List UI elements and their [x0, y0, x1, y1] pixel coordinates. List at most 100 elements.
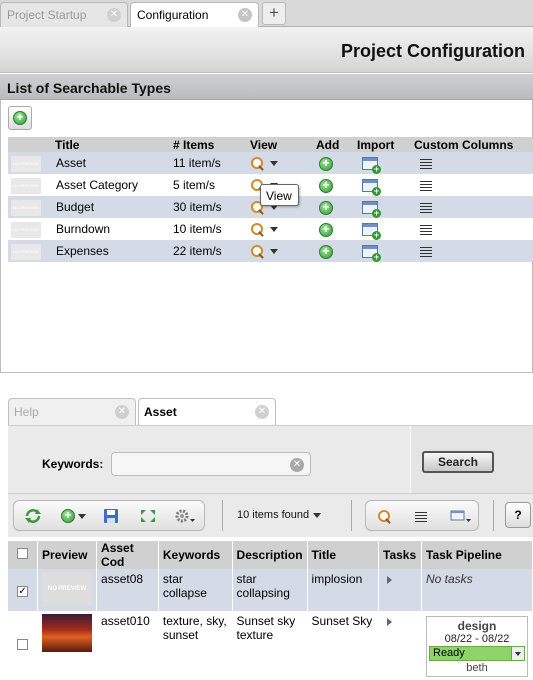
chevron-down-icon[interactable]: [313, 512, 322, 518]
search-icon[interactable]: [377, 509, 391, 523]
column-header[interactable]: Description: [232, 541, 308, 569]
search-icon[interactable]: [250, 156, 264, 170]
tab-configuration[interactable]: Configuration ✕: [130, 2, 259, 28]
column-header[interactable]: Tasks: [378, 541, 422, 569]
search-button[interactable]: Search: [422, 451, 494, 473]
close-icon[interactable]: ✕: [115, 405, 129, 419]
items-found-label[interactable]: 10 items found: [237, 509, 322, 521]
columns-icon[interactable]: [420, 246, 432, 257]
view-group: [365, 500, 479, 531]
assigned-user: beth: [466, 662, 488, 674]
preview-header: [8, 137, 52, 152]
page-header: Project Configuration: [0, 27, 533, 73]
type-title[interactable]: Asset Category: [52, 174, 170, 196]
chevron-down-icon[interactable]: [270, 226, 278, 232]
toolbar-divider: [493, 500, 494, 531]
columns-icon[interactable]: [420, 180, 432, 191]
search-icon[interactable]: [250, 222, 264, 236]
select-all-checkbox[interactable]: [17, 548, 29, 559]
item-count: 22 item/s: [170, 240, 247, 262]
columns-icon[interactable]: [420, 224, 432, 235]
clear-icon[interactable]: ✕: [290, 458, 304, 472]
status-select[interactable]: Ready: [429, 646, 525, 661]
columns-icon[interactable]: [415, 512, 427, 522]
help-button[interactable]: ?: [505, 502, 531, 528]
preview-thumbnail[interactable]: [42, 614, 93, 652]
tab-label: Asset: [144, 405, 177, 419]
chevron-down-icon[interactable]: [270, 160, 278, 166]
column-header: # Items: [170, 137, 247, 152]
asset-code: asset08: [96, 569, 159, 611]
table-row[interactable]: NO PREVIEW Burndown 10 item/s +: [8, 218, 533, 241]
description-cell: star collapsing: [232, 569, 308, 611]
add-icon[interactable]: +: [61, 509, 75, 523]
tab-help[interactable]: Help ✕: [8, 398, 136, 425]
import-icon[interactable]: [362, 223, 381, 241]
asset-code: asset010: [96, 611, 159, 680]
import-icon[interactable]: [362, 179, 381, 197]
tab-asset[interactable]: Asset ✕: [138, 398, 276, 425]
type-title[interactable]: Asset: [52, 152, 170, 174]
close-icon[interactable]: ✕: [255, 405, 269, 419]
type-title[interactable]: Budget: [52, 196, 170, 218]
plus-icon: +: [13, 111, 27, 125]
row-checkbox[interactable]: [17, 638, 29, 650]
chevron-down-icon[interactable]: [511, 647, 524, 660]
close-icon[interactable]: ✕: [238, 8, 252, 22]
column-header: Custom Columns: [411, 137, 533, 152]
add-icon[interactable]: +: [319, 200, 333, 215]
column-header: Add: [313, 137, 354, 152]
add-icon[interactable]: +: [319, 156, 333, 171]
table-row[interactable]: ✓ NO PREVIEW asset08 star collapse star …: [8, 569, 533, 611]
column-header[interactable]: Task Pipeline: [421, 541, 533, 569]
column-header: View: [247, 137, 313, 152]
item-count: 5 item/s: [170, 174, 247, 196]
add-icon[interactable]: +: [319, 222, 333, 237]
chevron-down-icon[interactable]: [270, 248, 278, 254]
chevron-down-icon[interactable]: [78, 514, 86, 519]
import-icon[interactable]: [362, 245, 381, 263]
expand-icon[interactable]: [139, 508, 157, 524]
item-count: 30 item/s: [170, 196, 247, 218]
import-icon[interactable]: [362, 157, 381, 175]
add-tab-button[interactable]: +: [262, 2, 286, 25]
preview-thumbnail: NO PREVIEW: [11, 178, 41, 194]
add-icon[interactable]: +: [319, 244, 333, 259]
column-header: Title: [52, 137, 170, 152]
view-tooltip: View: [260, 184, 299, 206]
type-title[interactable]: Burndown: [52, 218, 170, 240]
table-row[interactable]: NO PREVIEW Asset 11 item/s +: [8, 152, 533, 175]
save-icon[interactable]: [102, 508, 120, 524]
close-icon[interactable]: ✕: [107, 8, 121, 22]
expand-tasks-icon[interactable]: [387, 618, 393, 626]
layout-icon[interactable]: [450, 508, 472, 524]
add-icon[interactable]: +: [319, 178, 333, 193]
add-type-button[interactable]: +: [8, 106, 32, 130]
row-checkbox[interactable]: ✓: [17, 586, 29, 597]
keywords-input[interactable]: ✕: [111, 452, 311, 476]
table-row[interactable]: asset010 texture, sky, sunset Sunset sky…: [8, 611, 533, 680]
columns-icon[interactable]: [420, 158, 432, 169]
search-icon[interactable]: [250, 244, 264, 258]
toolbar-divider: [222, 500, 223, 531]
pipeline-cell: No tasks: [421, 569, 533, 611]
tab-label: Help: [14, 405, 39, 419]
column-header[interactable]: Preview: [37, 541, 98, 569]
gear-icon[interactable]: [174, 508, 196, 524]
import-icon[interactable]: [362, 201, 381, 219]
column-header[interactable]: Title: [307, 541, 380, 569]
title-cell: implosion: [307, 569, 380, 611]
page-title: Project Configuration: [341, 41, 525, 61]
column-header[interactable]: Keywords: [158, 541, 233, 569]
refresh-icon[interactable]: [24, 508, 42, 524]
table-row[interactable]: NO PREVIEW Expenses 22 item/s +: [8, 240, 533, 263]
task-pipeline: design 08/22 - 08/22 Ready beth: [426, 616, 528, 677]
preview-thumbnail[interactable]: NO PREVIEW: [42, 572, 93, 606]
columns-icon[interactable]: [420, 202, 432, 213]
tab-label: Configuration: [137, 8, 209, 22]
expand-tasks-icon[interactable]: [387, 576, 393, 584]
tab-label: Project Startup: [7, 8, 87, 22]
column-header[interactable]: Asset Cod: [96, 541, 159, 569]
type-title[interactable]: Expenses: [52, 240, 170, 262]
tab-project-startup[interactable]: Project Startup ✕: [0, 2, 128, 27]
